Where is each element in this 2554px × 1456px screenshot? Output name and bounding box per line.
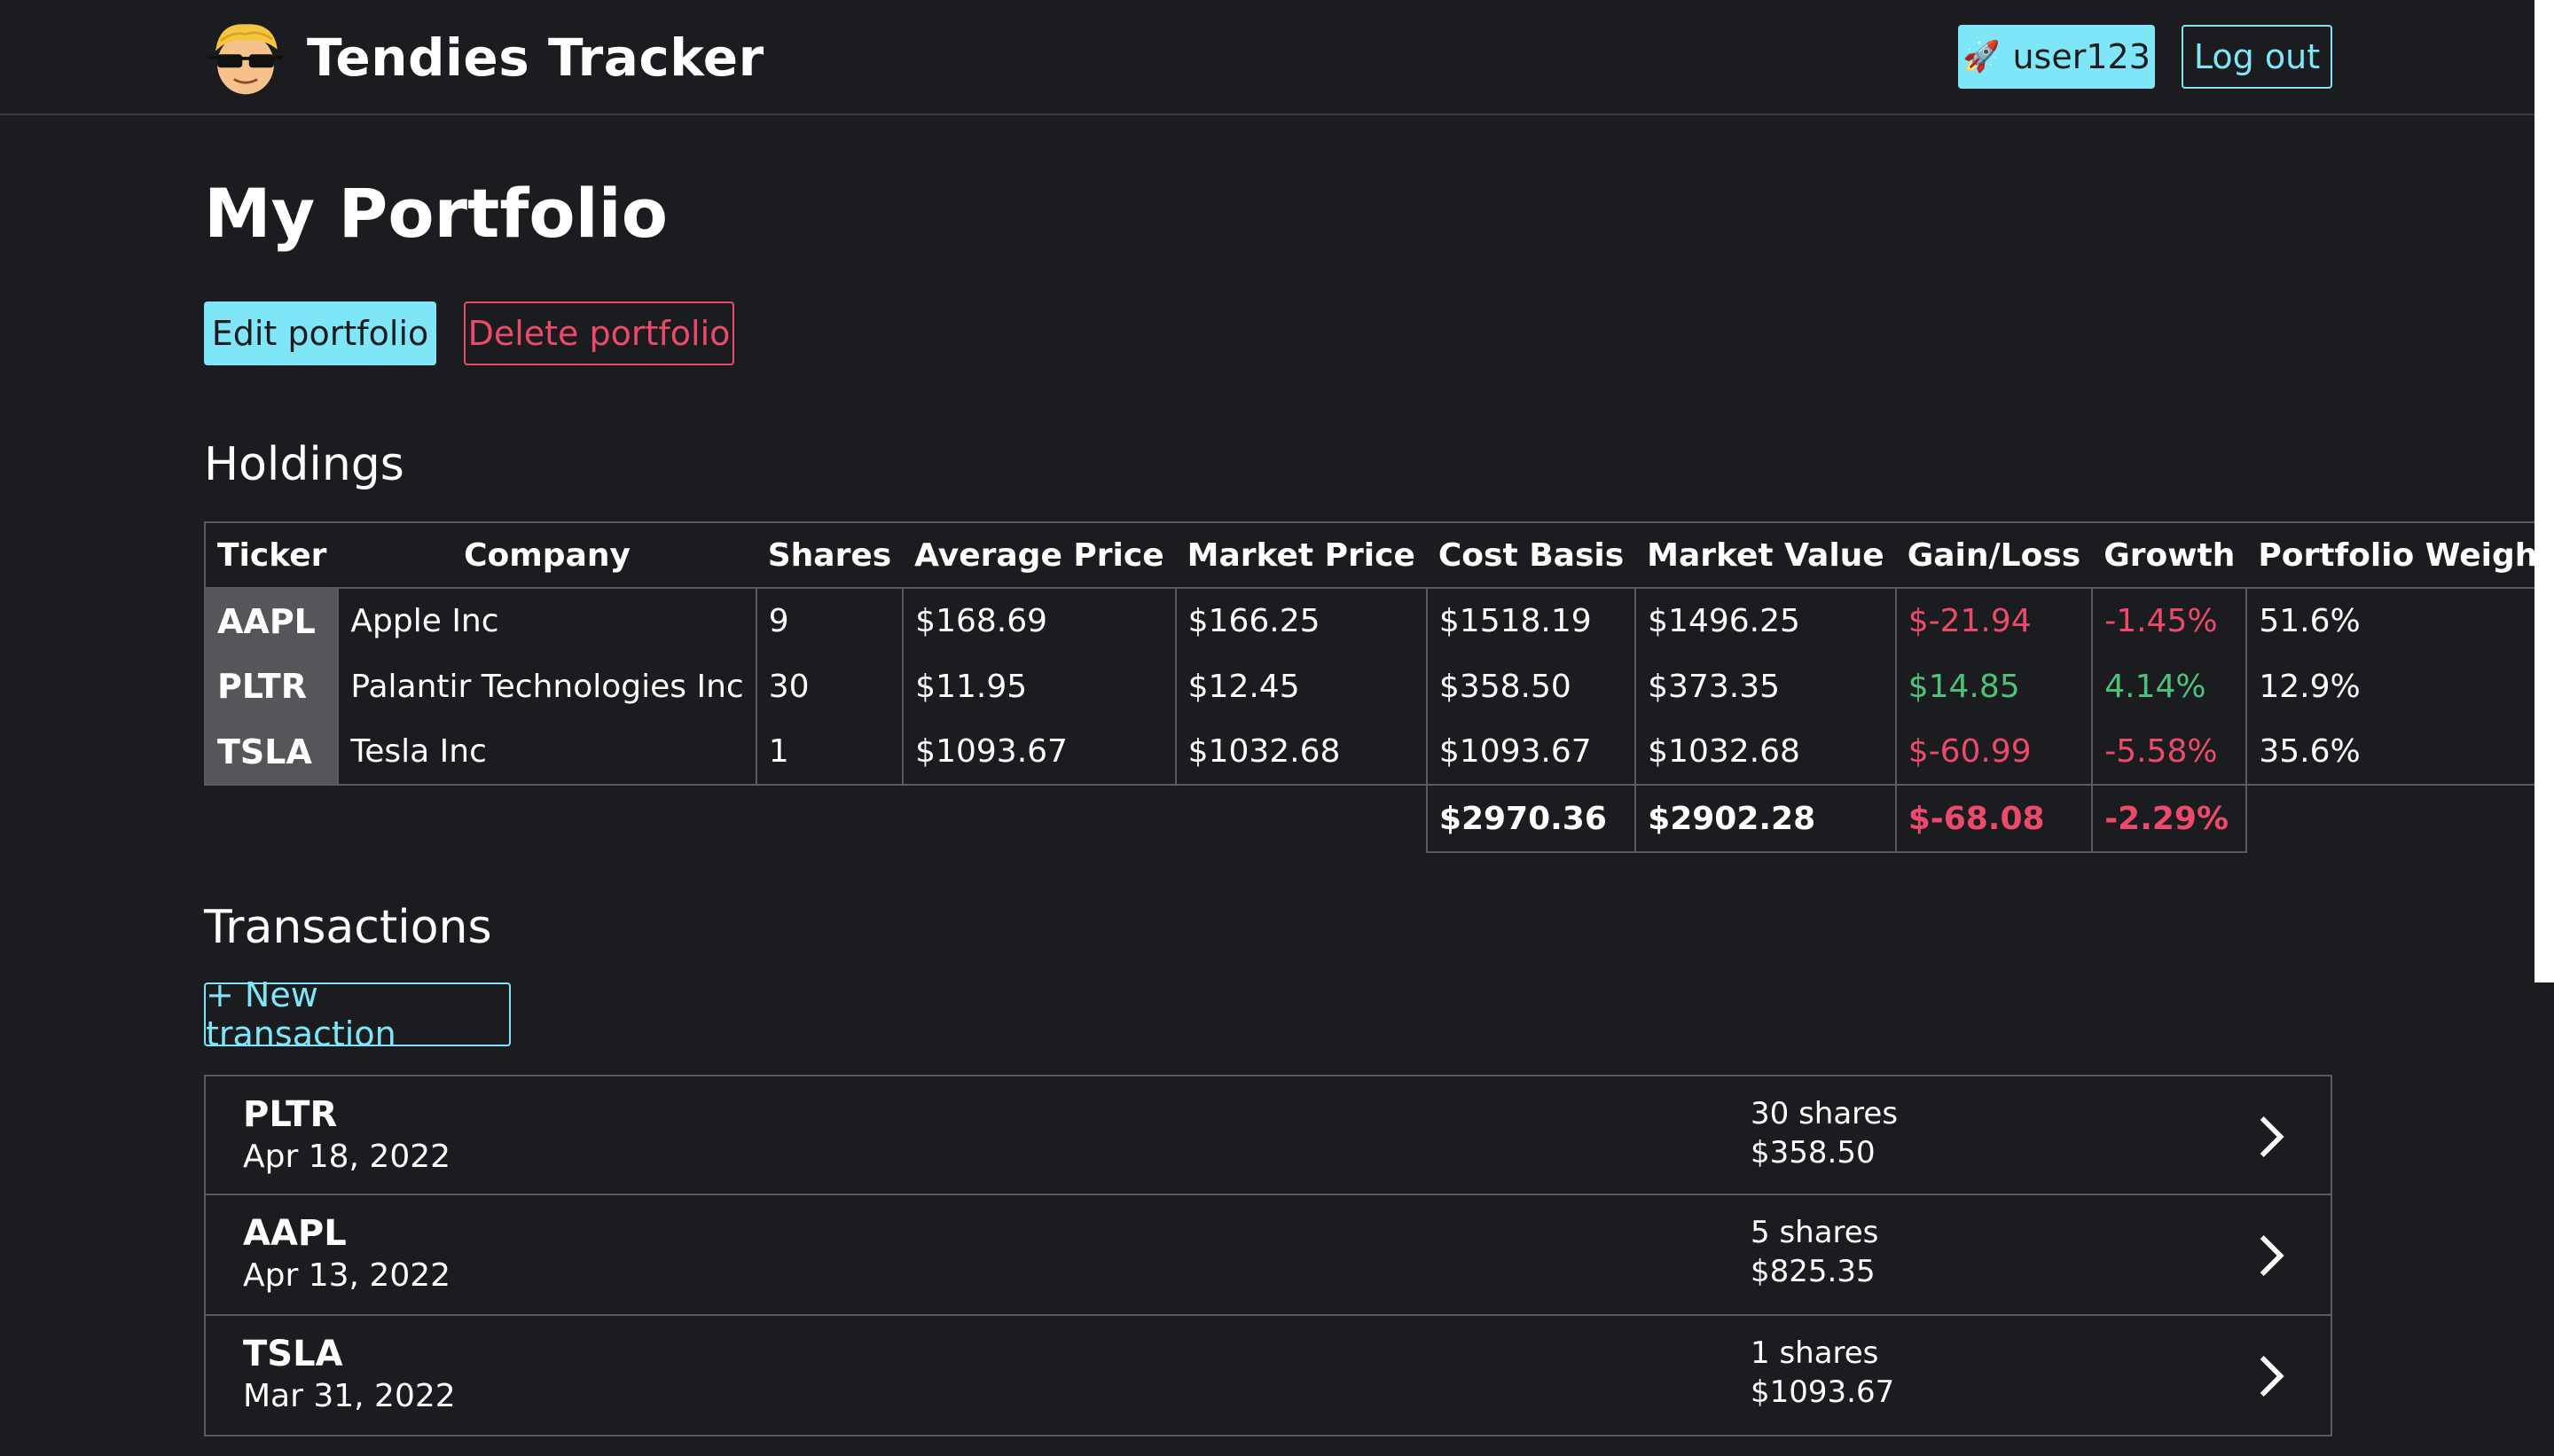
scrollbar-thumb[interactable] <box>2534 0 2554 982</box>
cell-shares: 1 <box>755 719 905 786</box>
cell-gain-loss: $-21.94 <box>1894 588 2094 654</box>
transactions-heading: Transactions <box>204 901 492 954</box>
cell-market-price: $166.25 <box>1174 588 1428 654</box>
tx-shares: 1 shares <box>1751 1335 1879 1371</box>
wsb-mascot-icon <box>208 24 283 95</box>
scrollbar-track[interactable] <box>2534 982 2554 1456</box>
holdings-header-row: Ticker Company Shares Average Price Mark… <box>203 521 2554 589</box>
rocket-icon: 🚀 <box>1963 39 2001 74</box>
new-transaction-button[interactable]: + New transaction <box>204 975 511 1053</box>
total-market-value: $2902.28 <box>1634 784 1897 853</box>
col-header-shares: Shares <box>756 521 904 589</box>
delete-portfolio-button[interactable]: Delete portfolio <box>464 301 734 365</box>
cell-shares: 9 <box>755 588 905 654</box>
cell-market-value: $373.35 <box>1634 654 1897 719</box>
cell-average-price: $11.95 <box>902 654 1177 719</box>
col-header-market-value: Market Value <box>1635 521 1896 589</box>
cell-shares: 30 <box>755 654 905 719</box>
col-header-ticker: Ticker <box>203 521 339 589</box>
tx-date: Apr 18, 2022 <box>243 1139 451 1175</box>
cell-market-price: $1032.68 <box>1174 719 1428 786</box>
navbar: Tendies Tracker 🚀 user123 Log out <box>0 0 2536 115</box>
cell-company: Apple Inc <box>337 588 757 654</box>
cell-cost-basis: $358.50 <box>1425 654 1637 719</box>
tx-amount: $358.50 <box>1751 1135 1876 1170</box>
cell-gain-loss: $-60.99 <box>1894 719 2094 786</box>
list-item[interactable]: TSLA Mar 31, 2022 1 shares $1093.67 <box>204 1316 2332 1436</box>
cell-growth: -1.45% <box>2091 588 2248 654</box>
col-header-average-price: Average Price <box>903 521 1176 589</box>
list-item[interactable]: PLTR Apr 18, 2022 30 shares $358.50 <box>204 1075 2332 1195</box>
cell-market-price: $12.45 <box>1174 654 1428 719</box>
page-title: My Portfolio <box>204 174 668 253</box>
brand-link[interactable]: Tendies Tracker <box>204 16 764 99</box>
cell-market-value: $1496.25 <box>1634 588 1897 654</box>
list-item[interactable]: AAPL Apr 13, 2022 5 shares $825.35 <box>204 1195 2332 1316</box>
cell-cost-basis: $1093.67 <box>1425 719 1637 786</box>
col-header-market-price: Market Price <box>1175 521 1427 589</box>
col-header-company: Company <box>338 521 756 589</box>
tx-ticker: TSLA <box>243 1334 343 1374</box>
cell-cost-basis: $1518.19 <box>1425 588 1637 654</box>
col-header-portfolio-weight: Portfolio Weight <box>2246 521 2554 589</box>
cell-ticker: PLTR <box>203 654 340 719</box>
total-gain-loss: $-68.08 <box>1894 784 2094 853</box>
logout-button[interactable]: Log out <box>2182 25 2332 89</box>
holdings-table: Ticker Company Shares Average Price Mark… <box>203 521 2554 853</box>
chevron-right-icon <box>2260 1356 2284 1397</box>
tx-ticker: AAPL <box>243 1213 347 1254</box>
table-row: AAPL Apple Inc 9 $168.69 $166.25 $1518.1… <box>203 588 2554 654</box>
table-row: PLTR Palantir Technologies Inc 30 $11.95… <box>203 654 2554 719</box>
chevron-right-icon <box>2260 1116 2284 1157</box>
cell-average-price: $1093.67 <box>902 719 1177 786</box>
edit-portfolio-button[interactable]: Edit portfolio <box>204 301 436 365</box>
col-header-gain-loss: Gain/Loss <box>1895 521 2093 589</box>
total-cost-basis: $2970.36 <box>1425 784 1637 853</box>
totals-spacer <box>205 785 1427 852</box>
user-menu-button[interactable]: 🚀 user123 <box>1958 25 2155 89</box>
chevron-right-icon <box>2260 1235 2284 1276</box>
totals-row: $2970.36 $2902.28 $-68.08 -2.29% <box>205 784 2554 853</box>
cell-portfolio-weight: 12.9% <box>2245 654 2554 719</box>
cell-growth: 4.14% <box>2091 654 2248 719</box>
cell-company: Palantir Technologies Inc <box>337 654 757 719</box>
transactions-list: PLTR Apr 18, 2022 30 shares $358.50 AAPL… <box>204 1075 2332 1436</box>
cell-average-price: $168.69 <box>902 588 1177 654</box>
tx-date: Mar 31, 2022 <box>243 1378 456 1414</box>
brand-name: Tendies Tracker <box>307 27 764 88</box>
table-row: TSLA Tesla Inc 1 $1093.67 $1032.68 $1093… <box>203 719 2554 786</box>
tx-amount: $825.35 <box>1751 1254 1876 1289</box>
cell-gain-loss: $14.85 <box>1894 654 2094 719</box>
tx-shares: 30 shares <box>1751 1096 1899 1131</box>
tx-shares: 5 shares <box>1751 1215 1879 1250</box>
col-header-cost-basis: Cost Basis <box>1426 521 1636 589</box>
cell-company: Tesla Inc <box>337 719 757 786</box>
tx-date: Apr 13, 2022 <box>243 1257 451 1294</box>
cell-market-value: $1032.68 <box>1634 719 1897 786</box>
cell-portfolio-weight: 35.6% <box>2245 719 2554 786</box>
tx-amount: $1093.67 <box>1751 1374 1895 1410</box>
col-header-growth: Growth <box>2092 521 2247 589</box>
cell-ticker: TSLA <box>203 719 340 786</box>
cell-growth: -5.58% <box>2091 719 2248 786</box>
username-label: user123 <box>2012 37 2151 76</box>
total-growth: -2.29% <box>2091 784 2248 853</box>
holdings-heading: Holdings <box>204 438 404 491</box>
tx-ticker: PLTR <box>243 1094 338 1135</box>
cell-ticker: AAPL <box>203 588 340 654</box>
totals-spacer-end <box>2246 785 2554 852</box>
cell-portfolio-weight: 51.6% <box>2245 588 2554 654</box>
